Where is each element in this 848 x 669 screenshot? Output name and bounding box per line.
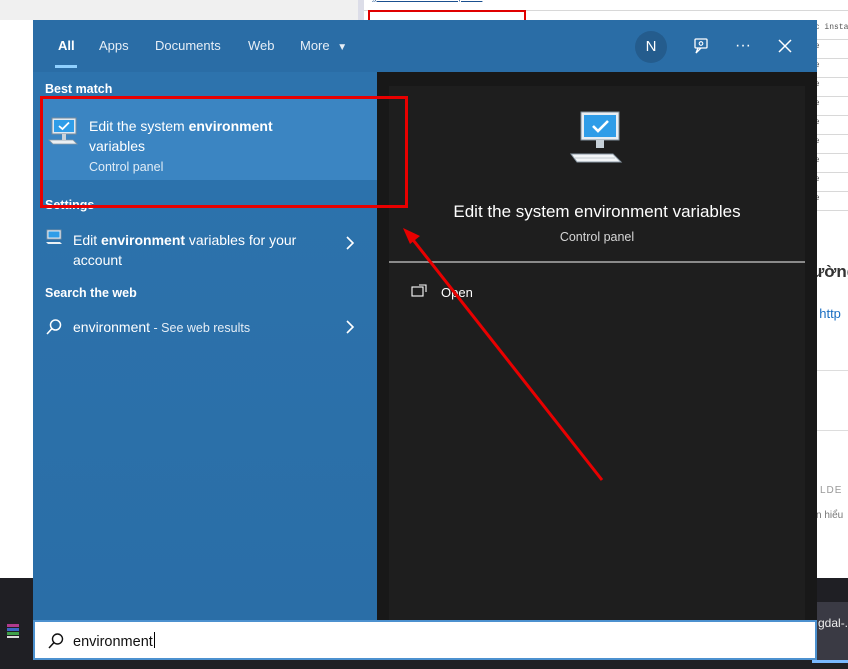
background-divider [812,430,848,431]
taskbar-active-indicator [812,660,848,663]
settings-title-line2: account [73,252,123,268]
close-icon[interactable] [773,34,797,58]
settings-result-title: Edit environment variables for your acco… [73,230,296,270]
settings-title-prefix: Edit [73,232,102,248]
search-input-value: environment [73,632,155,650]
preview-subtitle: Control panel [559,230,635,244]
background-strip [0,0,360,20]
open-icon [411,284,427,303]
background-table-cell: gdal-304-1928-msvcp.msi [372,0,482,3]
preview-pane: Edit the system environment variables Co… [377,72,817,620]
search-icon [45,318,63,341]
web-search-title: environment - See web results [73,317,250,338]
user-avatar[interactable]: N [635,31,667,63]
settings-title-keyword: environment [101,232,186,248]
open-label: Open [441,285,473,300]
text-caret [153,632,155,648]
background-text-fragment: n hiểu [816,510,844,521]
background-table-cell: Generic installer [786,0,848,3]
search-filter-bar: All Apps Documents Web More ▼ N ··· [33,20,817,72]
annotation-highlight-box [40,96,408,208]
open-action[interactable]: Open [409,282,529,306]
search-icon [47,632,65,655]
background-table-cell: 2022-03-10 00:57:43 [642,0,733,3]
preview-divider [389,261,805,263]
search-text: environment [73,634,153,650]
settings-title-suffix: variables for your [185,232,297,248]
section-best-match: Best match [45,82,113,96]
active-tab-indicator [55,65,77,68]
chevron-right-icon[interactable] [345,320,355,339]
preview-card: Edit the system environment variables Co… [389,86,805,620]
settings-result[interactable]: Edit environment variables for your acco… [41,222,377,274]
section-search-web: Search the web [45,286,137,300]
tab-all[interactable]: All [58,38,75,53]
background-label-fragment: LDE [820,485,843,496]
taskbar-app-button[interactable] [812,602,848,662]
chevron-right-icon[interactable] [345,236,355,255]
tab-apps[interactable]: Apps [99,38,129,53]
search-input[interactable]: environment [33,620,817,660]
web-search-query: environment [73,319,151,335]
tab-more[interactable]: More ▼ [300,38,347,53]
chevron-down-icon: ▼ [337,42,348,53]
web-search-result[interactable]: environment - See web results [41,312,377,342]
settings-monitor-icon [45,228,63,251]
computer-icon-large [567,110,627,171]
background-heading-fragment: ường [812,262,848,281]
preview-title: Edit the system environment variables [453,202,741,221]
feedback-icon[interactable] [689,34,713,58]
winrar-icon[interactable] [4,622,22,640]
more-options-icon[interactable]: ··· [731,34,755,58]
tab-documents[interactable]: Documents [155,38,221,53]
web-search-suffix: - See web results [150,321,251,335]
taskbar-app-label: gdal-... [818,616,848,630]
tab-web[interactable]: Web [248,38,275,53]
background-divider [812,370,848,371]
tab-more-label: More [300,38,330,53]
